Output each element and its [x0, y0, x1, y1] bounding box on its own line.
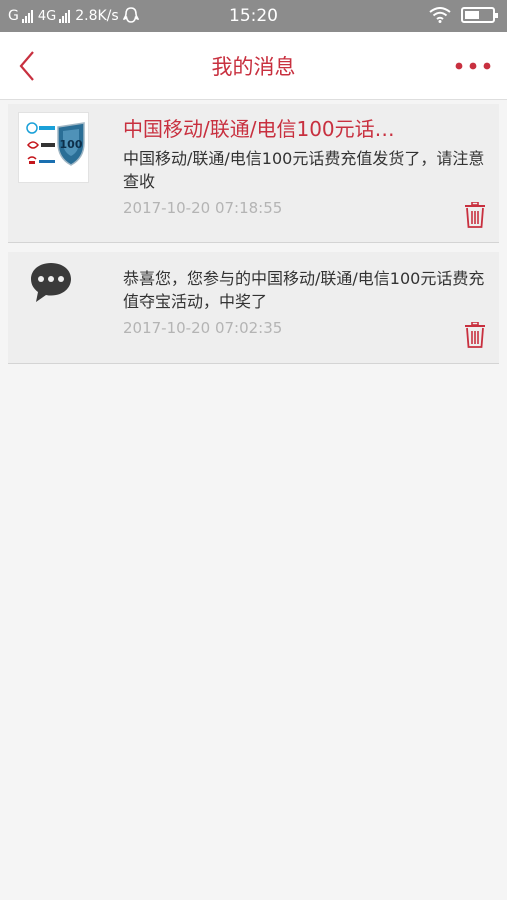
message-item[interactable]: 100 中国移动/联通/电信100元话… 中国移动/联通/电信100元话费充值发…	[8, 104, 499, 243]
trash-icon[interactable]	[464, 322, 486, 348]
message-time: 2017-10-20 07:18:55	[123, 199, 283, 217]
message-body: 恭喜您，您参与的中国移动/联通/电信100元话费充值夺宝活动，中奖了	[123, 269, 485, 311]
message-time: 2017-10-20 07:02:35	[123, 319, 283, 337]
message-title: 中国移动/联通/电信100元话…	[123, 117, 395, 141]
message-item[interactable]: 恭喜您，您参与的中国移动/联通/电信100元话费充值夺宝活动，中奖了 2017-…	[8, 252, 499, 364]
trash-icon[interactable]	[464, 202, 486, 228]
carrier-recharge-thumbnail: 100	[18, 112, 89, 183]
svg-text:100: 100	[60, 138, 83, 151]
top-nav-bar: 我的消息	[0, 32, 507, 100]
status-right	[429, 7, 498, 23]
page-title: 我的消息	[211, 55, 296, 79]
wifi-icon	[429, 7, 451, 23]
chat-bubble-icon	[31, 263, 71, 302]
message-body: 中国移动/联通/电信100元话费充值发货了，请注意查收	[123, 149, 485, 191]
more-button[interactable]	[453, 56, 493, 76]
battery-icon	[461, 7, 498, 23]
status-bar: G 4G 2.8K/s 15:20	[0, 0, 507, 32]
